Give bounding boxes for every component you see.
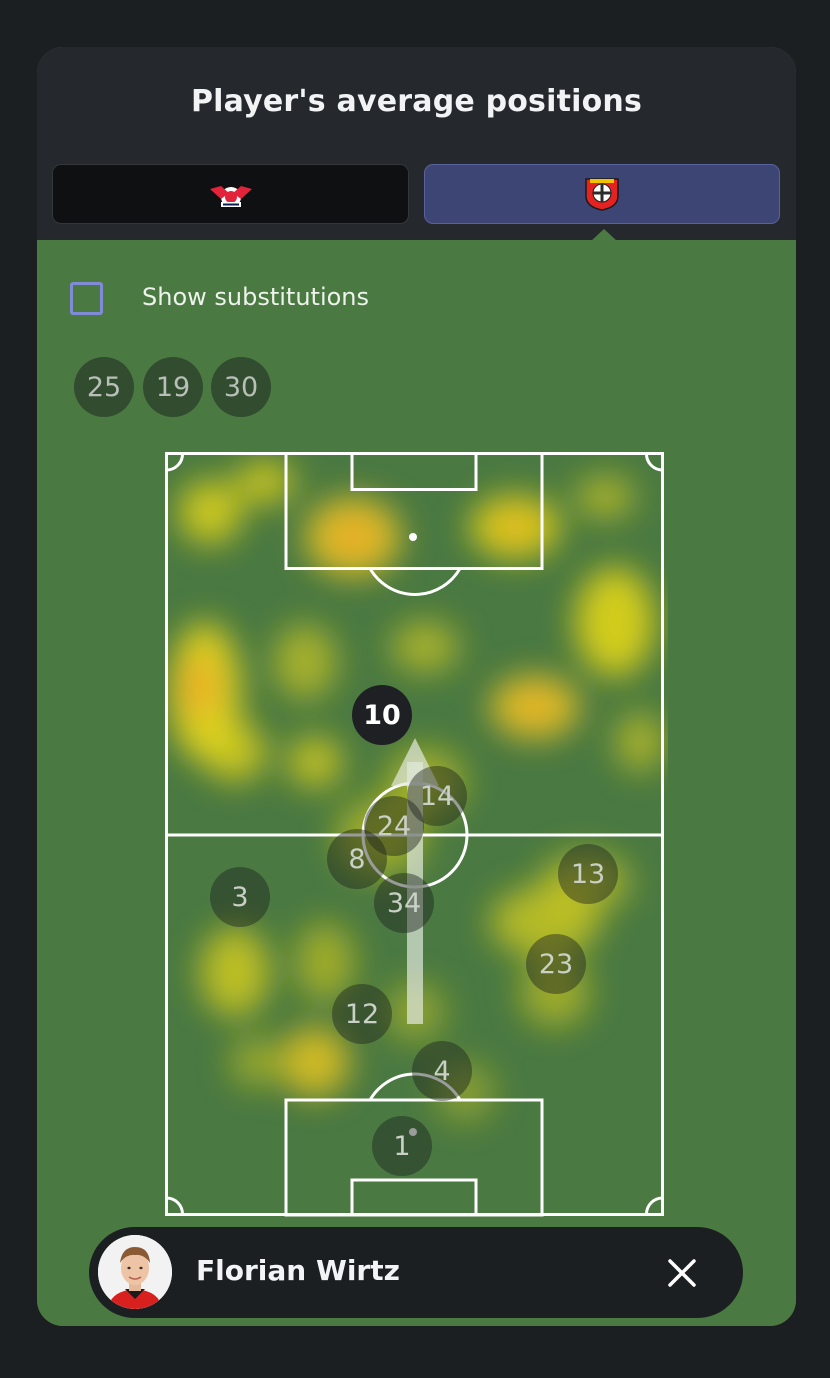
page-title: Player's average positions	[190, 84, 643, 119]
player-marker[interactable]: 23	[526, 934, 586, 994]
bayer-leverkusen-crest-icon	[585, 178, 619, 211]
rb-leipzig-crest-icon	[209, 186, 252, 207]
player-name: Florian Wirtz	[196, 1254, 400, 1287]
close-button[interactable]	[660, 1251, 704, 1295]
tab-rb-leipzig[interactable]	[52, 164, 409, 224]
player-marker[interactable]: 1	[372, 1116, 432, 1176]
substitute-chip[interactable]: 30	[211, 357, 271, 417]
show-substitutions-checkbox[interactable]	[70, 282, 103, 315]
player-avatar	[98, 1235, 172, 1309]
close-icon	[668, 1259, 696, 1287]
substitute-chip[interactable]: 19	[143, 357, 203, 417]
player-marker[interactable]: 34	[374, 873, 434, 933]
player-marker[interactable]: 8	[327, 829, 387, 889]
player-marker[interactable]: 4	[412, 1041, 472, 1101]
average-positions-card: Player's average positions Show substitu…	[37, 47, 796, 1326]
player-marker[interactable]: 12	[332, 984, 392, 1044]
player-marker-selected[interactable]: 10	[352, 685, 412, 745]
penalty-spot	[409, 533, 417, 541]
tab-bayer-leverkusen[interactable]	[424, 164, 780, 224]
card-header: Player's average positions	[37, 47, 796, 240]
substitute-chip[interactable]: 25	[74, 357, 134, 417]
player-marker[interactable]: 3	[210, 867, 270, 927]
player-marker[interactable]: 13	[558, 844, 618, 904]
show-substitutions-label: Show substitutions	[142, 283, 370, 311]
selected-player-bar: Florian Wirtz	[89, 1227, 743, 1318]
